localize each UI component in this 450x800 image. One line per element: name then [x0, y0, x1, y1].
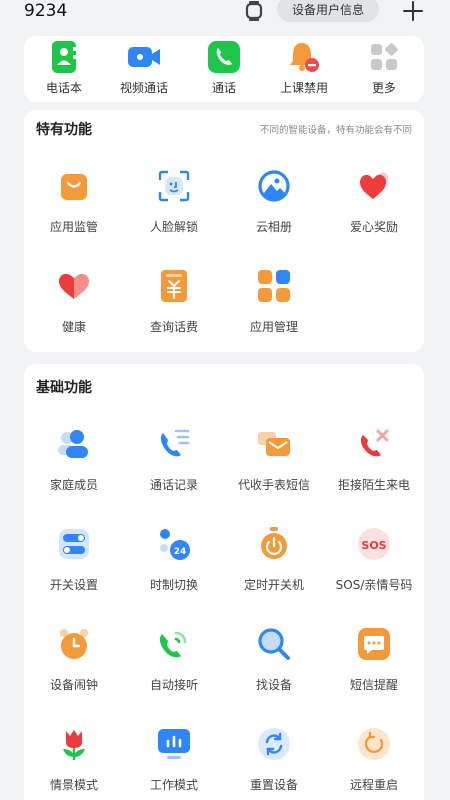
function-label: 定时开关机: [243, 578, 304, 592]
auto-answer-icon: [156, 626, 192, 662]
function-auto-answer[interactable]: 自动接听: [124, 626, 224, 706]
time-format-icon: 24: [156, 526, 192, 562]
function-label: 远程重启: [349, 778, 398, 792]
function-face-unlock[interactable]: 人脸解锁: [124, 168, 224, 248]
function-label: 设备闹钟: [49, 678, 98, 692]
function-label: 工作模式: [149, 778, 198, 792]
function-label: 开关设置: [49, 578, 98, 592]
function-timed-power[interactable]: 定时开关机: [224, 526, 324, 606]
device-user-info-button[interactable]: 设备用户信息: [277, 0, 379, 22]
quick-action-label: 上课禁用: [279, 81, 328, 95]
function-label: 拒接陌生来电: [337, 478, 410, 492]
quick-action-label: 电话本: [45, 81, 82, 95]
device-name[interactable]: 9234: [24, 0, 67, 22]
function-switch-settings[interactable]: 开关设置: [24, 526, 124, 606]
reject-stranger-call-icon: [356, 426, 392, 462]
sos-icon: SOS: [356, 526, 392, 562]
function-remote-restart[interactable]: 远程重启: [324, 726, 424, 800]
app-management-icon: [256, 268, 292, 304]
watch-icon[interactable]: [245, 1, 263, 21]
quick-action-label: 视频通话: [119, 81, 168, 95]
phone-bill-icon: [156, 268, 192, 304]
quick-action-label: 更多: [371, 81, 396, 95]
function-label: 短信提醒: [349, 678, 398, 692]
function-cloud-album[interactable]: 云相册: [224, 168, 324, 248]
function-health[interactable]: 健康: [24, 268, 124, 348]
function-label: 找设备: [255, 678, 292, 692]
time-format-badge: 24: [174, 547, 187, 557]
add-icon[interactable]: [402, 0, 424, 22]
quick-action-more[interactable]: 更多: [344, 40, 424, 100]
face-unlock-icon: [156, 168, 192, 204]
quick-action-label: 通话: [211, 81, 236, 95]
work-mode-icon: [156, 726, 192, 762]
special-functions-card: 特有功能 不同的智能设备，特有功能会有不同 应用监管 人脸解锁 云相册 爱心奖励…: [24, 110, 424, 352]
contacts-book-icon: [47, 40, 81, 74]
function-app-supervision[interactable]: 应用监管: [24, 168, 124, 248]
function-label: 应用监管: [49, 220, 98, 234]
quick-action-class-mode[interactable]: 上课禁用: [264, 40, 344, 100]
function-label: 人脸解锁: [149, 220, 198, 234]
find-device-icon: [256, 626, 292, 662]
watch-sms-icon: [256, 426, 292, 462]
function-family-members[interactable]: 家庭成员: [24, 426, 124, 506]
function-heart-reward[interactable]: 爱心奖励: [324, 168, 424, 248]
function-time-format[interactable]: 24 时制切换: [124, 526, 224, 606]
quick-actions-card: 电话本 视频通话 通话 上课禁用 更多: [24, 36, 424, 102]
function-label: 应用管理: [249, 320, 298, 334]
function-sos[interactable]: SOS SOS/亲情号码: [324, 526, 424, 606]
quick-action-video-call[interactable]: 视频通话: [104, 40, 184, 100]
function-call-log[interactable]: 通话记录: [124, 426, 224, 506]
function-reject-stranger-call[interactable]: 拒接陌生来电: [324, 426, 424, 506]
function-scene-mode[interactable]: 情景模式: [24, 726, 124, 800]
phone-call-icon: [207, 40, 241, 74]
function-label: 代收手表短信: [237, 478, 310, 492]
quick-action-call[interactable]: 通话: [184, 40, 264, 100]
function-label: 时制切换: [149, 578, 198, 592]
special-functions-title: 特有功能: [36, 122, 92, 138]
top-bar: 9234 设备用户信息: [0, 0, 450, 34]
alarm-clock-icon: [56, 626, 92, 662]
remote-restart-icon: [356, 726, 392, 762]
function-label: 健康: [61, 320, 86, 334]
heart-reward-icon: [356, 168, 392, 204]
function-watch-sms[interactable]: 代收手表短信: [224, 426, 324, 506]
special-functions-note: 不同的智能设备，特有功能会有不同: [259, 125, 412, 136]
function-label: 云相册: [255, 220, 292, 234]
function-work-mode[interactable]: 工作模式: [124, 726, 224, 800]
function-phone-bill[interactable]: 查询话费: [124, 268, 224, 348]
class-mode-bell-icon: [287, 40, 321, 74]
switch-settings-icon: [56, 526, 92, 562]
function-label: 通话记录: [149, 478, 198, 492]
family-members-icon: [56, 426, 92, 462]
sos-badge: SOS: [361, 539, 386, 552]
function-reset-device[interactable]: 重置设备: [224, 726, 324, 800]
scene-mode-icon: [56, 726, 92, 762]
sms-reminder-icon: [356, 626, 392, 662]
cloud-album-icon: [256, 168, 292, 204]
function-sms-reminder[interactable]: 短信提醒: [324, 626, 424, 706]
function-label: 重置设备: [249, 778, 298, 792]
app-supervision-bag-icon: [56, 168, 92, 204]
video-call-icon: [127, 40, 161, 74]
function-alarm-clock[interactable]: 设备闹钟: [24, 626, 124, 706]
function-label: 情景模式: [49, 778, 98, 792]
function-label: 家庭成员: [49, 478, 98, 492]
function-label: 自动接听: [149, 678, 198, 692]
timed-power-icon: [256, 526, 292, 562]
function-label: 查询话费: [149, 320, 198, 334]
reset-device-icon: [256, 726, 292, 762]
function-label: 爱心奖励: [349, 220, 398, 234]
more-grid-icon: [367, 40, 401, 74]
function-find-device[interactable]: 找设备: [224, 626, 324, 706]
health-heart-icon: [56, 268, 92, 304]
quick-action-contacts[interactable]: 电话本: [24, 40, 104, 100]
function-label: SOS/亲情号码: [335, 578, 413, 592]
basic-functions-card: 基础功能 家庭成员 通话记录 代收手表短信 拒接陌生来电 开关设置 24 时制切…: [24, 364, 424, 800]
function-app-management[interactable]: 应用管理: [224, 268, 324, 348]
call-log-icon: [156, 426, 192, 462]
basic-functions-title: 基础功能: [36, 380, 92, 396]
